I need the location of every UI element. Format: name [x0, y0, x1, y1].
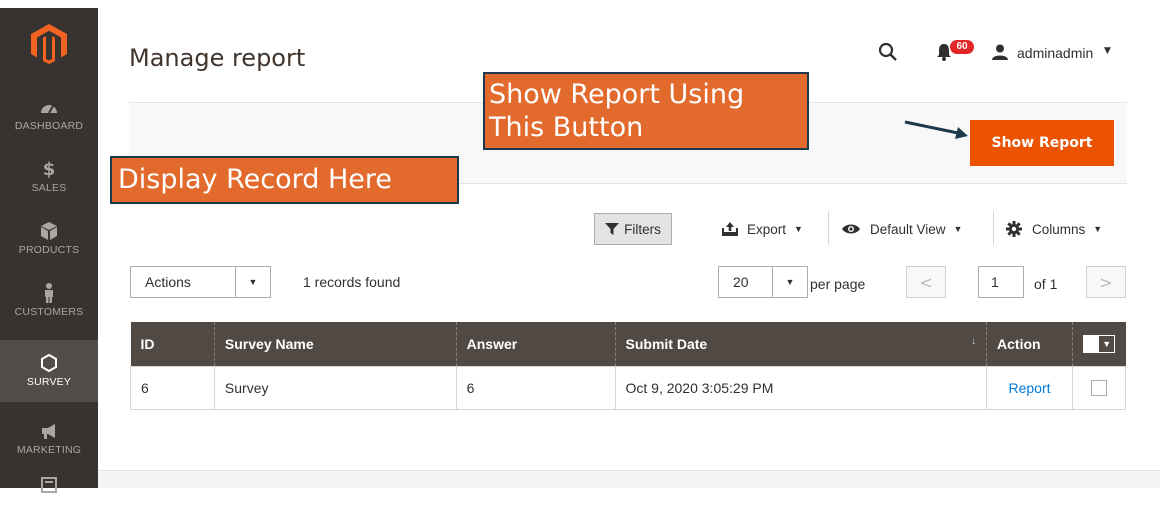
admin-sidebar: DASHBOARD $ SALES PRODUCTS CUSTOMERS SUR… [0, 8, 98, 493]
report-grid: ID Survey Name Answer Submit Date ↓ Acti… [130, 322, 1127, 410]
column-header-select[interactable]: ▼ [1071, 322, 1126, 366]
content-icon [0, 474, 98, 496]
show-report-button[interactable]: Show Report [970, 120, 1114, 166]
filters-button[interactable]: Filters [594, 213, 672, 245]
columns-dropdown[interactable]: Columns ▼ [1006, 213, 1116, 245]
export-label: Export [747, 221, 787, 237]
megaphone-icon [0, 420, 98, 442]
column-header-survey-name[interactable]: Survey Name [213, 322, 457, 366]
gear-icon [1006, 221, 1022, 237]
cell-answer: 6 [455, 365, 616, 410]
sidebar-item-label: PRODUCTS [18, 244, 80, 256]
mass-select-control[interactable]: ▼ [1083, 334, 1116, 353]
sidebar-item-label: SURVEY [26, 376, 72, 388]
default-view-dropdown[interactable]: Default View ▼ [842, 213, 980, 245]
chevron-down-icon[interactable]: ▼ [1098, 335, 1115, 352]
report-link[interactable]: Report [1008, 380, 1050, 396]
user-icon [992, 44, 1008, 60]
search-icon [878, 42, 897, 61]
mass-select-checkbox[interactable] [1084, 335, 1099, 352]
column-header-action: Action [986, 322, 1073, 366]
sidebar-item-customers[interactable]: CUSTOMERS [0, 270, 98, 332]
page-footer [98, 471, 1160, 488]
previous-page-button[interactable]: < [906, 266, 946, 298]
chevron-left-icon: < [919, 272, 933, 292]
sidebar-item-label: SALES [31, 182, 67, 194]
sidebar-item-label: CUSTOMERS [14, 306, 84, 318]
user-name: adminadmin [1017, 45, 1094, 61]
filter-icon [605, 223, 620, 235]
row-checkbox[interactable] [1090, 380, 1107, 397]
toolbar-divider [993, 211, 994, 245]
user-menu[interactable]: adminadmin ▼ [992, 38, 1122, 68]
top-strip [0, 0, 1160, 8]
sidebar-item-survey[interactable]: SURVEY [0, 340, 98, 402]
sidebar-item-products[interactable]: PRODUCTS [0, 208, 98, 270]
chevron-down-icon: ▼ [1093, 224, 1103, 234]
per-page-label: per page [810, 276, 866, 292]
export-icon [722, 222, 738, 236]
per-page-value: 20 [733, 274, 749, 290]
next-page-button[interactable]: > [1086, 266, 1126, 298]
records-found: 1 records found [303, 274, 401, 290]
cell-survey-name: Survey [213, 365, 457, 410]
callout-display-record: Display Record Here [110, 156, 459, 204]
toolbar-divider [828, 211, 829, 245]
cell-select [1071, 365, 1127, 410]
column-header-id[interactable]: ID [130, 322, 215, 366]
cell-id: 6 [130, 365, 215, 410]
sort-arrow-icon: ↓ [971, 335, 977, 347]
export-dropdown[interactable]: Export ▼ [722, 213, 812, 245]
person-icon [0, 282, 98, 304]
mass-actions-select[interactable]: Actions ▼ [130, 266, 271, 298]
cell-submit-date: Oct 9, 2020 3:05:29 PM [614, 365, 988, 410]
sidebar-item-label: DASHBOARD [14, 120, 84, 132]
default-view-label: Default View [870, 221, 946, 237]
sidebar-item-content[interactable] [0, 466, 98, 528]
chevron-down-icon: ▼ [235, 267, 270, 297]
columns-label: Columns [1032, 221, 1086, 237]
sidebar-item-label: MARKETING [16, 444, 82, 456]
chevron-down-icon: ▼ [1104, 46, 1111, 56]
sidebar-item-dashboard[interactable]: DASHBOARD [0, 84, 98, 146]
hexagon-icon [0, 352, 98, 374]
filters-label: Filters [624, 221, 661, 237]
magento-logo-icon[interactable] [31, 24, 67, 64]
callout-line: Show Report Using [489, 79, 745, 110]
chevron-down-icon: ▼ [953, 224, 963, 234]
callout-show-report: Show Report Using This Button [483, 72, 809, 150]
per-page-select[interactable]: 20 ▼ [718, 266, 808, 298]
table-row: 6 Survey 6 Oct 9, 2020 3:05:29 PM Report [130, 365, 1127, 410]
chevron-down-icon: ▼ [772, 267, 807, 297]
callout-line: This Button [489, 112, 644, 143]
sidebar-item-marketing[interactable]: MARKETING [0, 408, 98, 470]
current-page-input[interactable]: 1 [978, 266, 1024, 298]
eye-icon [842, 224, 860, 234]
column-header-answer[interactable]: Answer [455, 322, 615, 366]
mass-actions-label: Actions [145, 274, 191, 290]
total-pages: of 1 [1034, 276, 1058, 292]
search-button[interactable] [878, 38, 904, 68]
column-header-label: Submit Date [625, 335, 708, 352]
chevron-right-icon: > [1099, 272, 1113, 292]
cube-icon [0, 220, 98, 242]
page-title: Manage report [129, 44, 306, 72]
chevron-down-icon: ▼ [794, 224, 803, 234]
sidebar-item-sales[interactable]: $ SALES [0, 146, 98, 208]
dashboard-icon [0, 96, 98, 118]
table-header-row: ID Survey Name Answer Submit Date ↓ Acti… [130, 322, 1126, 366]
cell-action: Report [986, 365, 1073, 410]
dollar-icon: $ [42, 158, 56, 180]
notification-badge: 60 [950, 40, 974, 54]
column-header-submit-date[interactable]: Submit Date ↓ [614, 322, 987, 366]
notifications-button[interactable]: 60 [936, 38, 976, 68]
